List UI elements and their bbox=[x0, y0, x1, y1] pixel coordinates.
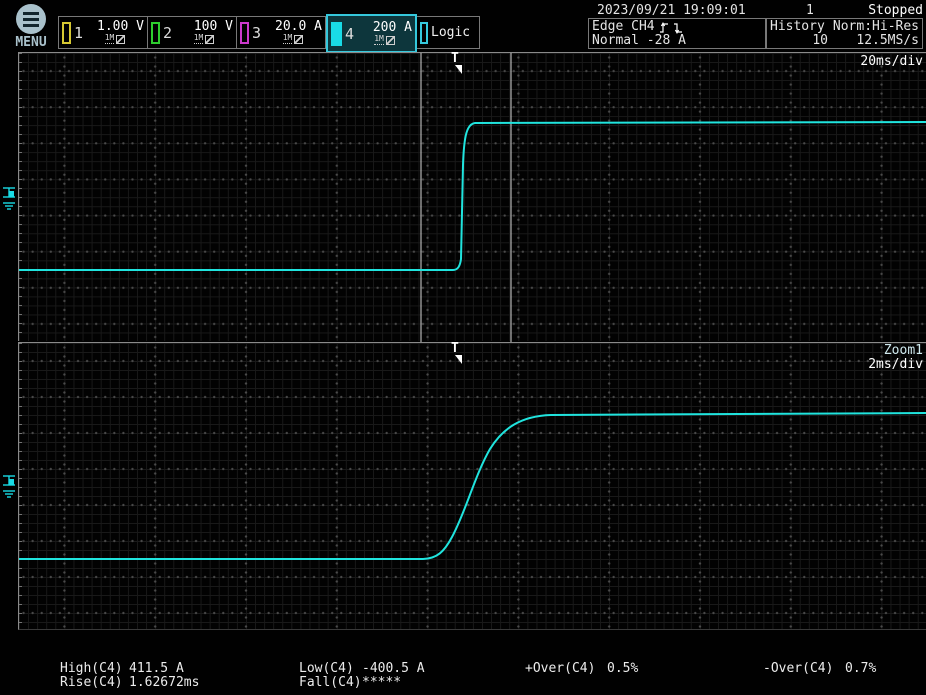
zoom-window-title: Zoom1 bbox=[884, 343, 923, 358]
channel-4-box-selected[interactable]: 4 200 A 1M bbox=[326, 14, 417, 53]
bandwidth-filter-icon bbox=[116, 35, 125, 44]
acquisition-count: 1 bbox=[806, 3, 814, 18]
channel-1-scale: 1.00 V bbox=[97, 21, 144, 33]
measurement-column-4: -Over(C4)0.7% bbox=[763, 662, 876, 676]
channel-3-color-bar-icon bbox=[240, 22, 249, 44]
ch4-ground-marker-zoom[interactable] bbox=[1, 471, 17, 503]
channel-1-number: 1 bbox=[74, 24, 83, 42]
channel-3-scale: 20.0 A bbox=[275, 21, 322, 33]
history-value: 10 bbox=[770, 34, 828, 48]
measurement-column-2: Low(C4)-400.5 A Fall(C4)***** bbox=[299, 662, 425, 690]
ch4-main-trace bbox=[19, 122, 926, 270]
measurement-value: 0.5% bbox=[607, 661, 638, 676]
trigger-position-marker-zoom[interactable]: T bbox=[451, 343, 465, 365]
measurement-column-1: High(C4)411.5 A Rise(C4)1.62672ms bbox=[60, 662, 199, 690]
rising-edge-icon bbox=[659, 21, 669, 34]
bandwidth-filter-icon bbox=[205, 35, 214, 44]
channel-4-scale: 200 A bbox=[373, 22, 412, 34]
oscilloscope-screen: MENU 1 1.00 V 1M 2 100 V 1M bbox=[0, 0, 926, 695]
ch4-ground-marker-main[interactable] bbox=[1, 183, 17, 215]
trigger-mode: Edge CH4 bbox=[592, 20, 655, 34]
channel-strip: 1 1.00 V 1M 2 100 V 1M 3 bbox=[58, 16, 480, 49]
channel-1-color-bar-icon bbox=[62, 22, 71, 44]
channel-2-box[interactable]: 2 100 V 1M bbox=[148, 17, 237, 48]
logic-color-bar-icon bbox=[420, 22, 428, 44]
sample-rate: 12.5MS/s bbox=[856, 34, 919, 48]
channel-2-color-bar-icon bbox=[151, 22, 160, 44]
acquisition-info-box[interactable]: History Norm:Hi-Res 10 12.5MS/s bbox=[766, 18, 923, 49]
logic-label: Logic bbox=[431, 25, 470, 40]
channel-2-impedance: 1M bbox=[194, 34, 204, 44]
acquisition-mode: Norm:Hi-Res bbox=[833, 20, 919, 34]
main-waveform-window[interactable] bbox=[18, 52, 926, 341]
measurement-value: 411.5 A bbox=[129, 661, 184, 676]
measurement-value: 0.7% bbox=[845, 661, 876, 676]
datetime: 2023/09/21 19:09:01 bbox=[597, 3, 746, 18]
channel-3-box[interactable]: 3 20.0 A 1M bbox=[237, 17, 326, 48]
ch4-zoom-trace bbox=[19, 413, 926, 559]
trigger-position-marker-main[interactable]: T bbox=[451, 53, 465, 75]
measurement-row: Low(C4)-400.5 A bbox=[299, 662, 425, 676]
logic-box[interactable]: Logic bbox=[417, 17, 479, 48]
measurement-value: -400.5 A bbox=[362, 661, 425, 676]
trigger-info-box[interactable]: Edge CH4 Normal -28 A bbox=[588, 18, 766, 49]
channel-2-number: 2 bbox=[163, 24, 172, 42]
bandwidth-filter-icon bbox=[294, 35, 303, 44]
channel-2-scale: 100 V bbox=[194, 21, 233, 33]
measurement-row: +Over(C4)0.5% bbox=[525, 662, 638, 676]
channel-3-impedance: 1M bbox=[283, 34, 293, 44]
channel-4-number: 4 bbox=[345, 25, 354, 43]
hamburger-icon bbox=[16, 4, 46, 34]
run-state: Stopped bbox=[868, 3, 923, 18]
channel-1-impedance: 1M bbox=[105, 34, 115, 44]
zoom-timebase-label: 2ms/div bbox=[868, 357, 923, 372]
trigger-flag-icon bbox=[455, 355, 463, 364]
trigger-flag-icon bbox=[455, 65, 463, 74]
zoom-waveform-window[interactable] bbox=[18, 342, 926, 630]
falling-edge-icon bbox=[673, 21, 683, 34]
menu-label: MENU bbox=[8, 35, 54, 50]
measurement-column-3: +Over(C4)0.5% bbox=[525, 662, 638, 676]
main-waveform-svg bbox=[19, 53, 926, 342]
menu-button[interactable]: MENU bbox=[8, 2, 54, 50]
bandwidth-filter-icon bbox=[386, 36, 395, 45]
measurement-row: Rise(C4)1.62672ms bbox=[60, 676, 199, 690]
measurement-value: 1.62672ms bbox=[129, 675, 199, 690]
channel-4-color-bar-icon bbox=[331, 22, 342, 46]
channel-3-number: 3 bbox=[252, 24, 261, 42]
measurement-value: ***** bbox=[362, 675, 401, 690]
channel-4-impedance: 1M bbox=[374, 35, 384, 45]
history-label: History bbox=[770, 20, 825, 34]
main-timebase-label: 20ms/div bbox=[860, 54, 923, 69]
zoom-waveform-svg bbox=[19, 343, 926, 631]
channel-1-box[interactable]: 1 1.00 V 1M bbox=[59, 17, 148, 48]
measurement-row: Fall(C4)***** bbox=[299, 676, 425, 690]
measurement-row: -Over(C4)0.7% bbox=[763, 662, 876, 676]
measurement-row: High(C4)411.5 A bbox=[60, 662, 199, 676]
trigger-level: Normal -28 A bbox=[592, 34, 762, 48]
